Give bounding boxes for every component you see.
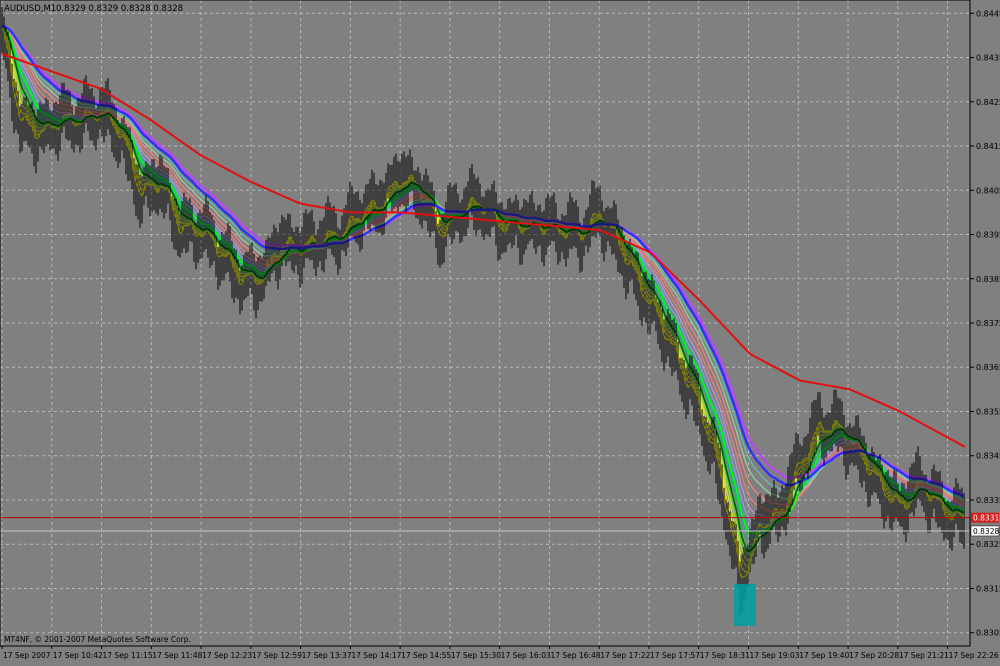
x-tick-label: 17 Sep 12:59 [252, 651, 302, 660]
y-tick-label: 0.8425 [976, 98, 1000, 107]
x-tick-label: 17 Sep 19:03 [750, 651, 800, 660]
x-tick-label: 17 Sep 11:48 [152, 651, 202, 660]
x-tick-label: 17 Sep 17:57 [650, 651, 700, 660]
y-tick-label: 0.8335 [976, 496, 1000, 505]
y-tick-label: 0.8435 [976, 54, 1000, 63]
x-tick-label: 17 Sep 12:23 [202, 651, 252, 660]
y-tick-label: 0.8395 [976, 231, 1000, 240]
y-tick-label: 0.8345 [976, 452, 1000, 461]
x-tick-label: 17 Sep 10:42 [53, 651, 103, 660]
y-tick-label: 0.8445 [976, 9, 1000, 18]
y-tick-label: 0.8325 [976, 540, 1000, 549]
ohlc-values: 0.8329 0.8329 0.8328 0.8328 [56, 4, 183, 14]
x-tick-label: 17 Sep 13:37 [302, 651, 352, 660]
x-tick-label: 17 Sep 22:26 [949, 651, 999, 660]
x-tick-label: 17 Sep 16:48 [550, 651, 600, 660]
y-tick-label: 0.8415 [976, 142, 1000, 151]
bid-price-tag-label: 0.8331 [973, 514, 999, 523]
x-tick-label: 17 Sep 21:21 [899, 651, 949, 660]
x-tick-label: 17 Sep 18:31 [700, 651, 750, 660]
x-tick-label: 17 Sep 14:17 [351, 651, 401, 660]
x-tick-label: 17 Sep 11:15 [103, 651, 153, 660]
x-tick-label: 17 Sep 16:03 [501, 651, 551, 660]
y-tick-label: 0.8305 [976, 629, 1000, 638]
y-tick-label: 0.8405 [976, 186, 1000, 195]
x-tick-label: 17 Sep 19:40 [799, 651, 849, 660]
copyright-text: MT4NF, © 2001-2007 MetaQuotes Software C… [4, 635, 191, 644]
symbol-label: AUDUSD,M1 [4, 4, 56, 14]
x-tick-label: 17 Sep 15:30 [451, 651, 501, 660]
x-tick-label: 17 Sep 20:28 [849, 651, 899, 660]
highlight-box [734, 584, 756, 627]
chart-window[interactable]: 0.8445 0.8435 0.8425 0.8415 0.8405 0.8395 0.83… [0, 0, 1000, 662]
x-tick-label: 17 Sep 14:55 [401, 651, 451, 660]
y-tick-label: 0.8375 [976, 319, 1000, 328]
y-tick-label: 0.8365 [976, 363, 1000, 372]
price-chart[interactable]: 0.8445 0.8435 0.8425 0.8415 0.8405 0.8395 0.83… [0, 0, 1000, 662]
last-price-tag-label: 0.8328 [973, 527, 999, 536]
x-tick-label: 17 Sep 2007 [3, 651, 51, 660]
y-tick-label: 0.8355 [976, 407, 1000, 416]
y-tick-label: 0.8385 [976, 275, 1000, 284]
y-tick-label: 0.8315 [976, 584, 1000, 593]
x-tick-label: 17 Sep 17:22 [600, 651, 650, 660]
